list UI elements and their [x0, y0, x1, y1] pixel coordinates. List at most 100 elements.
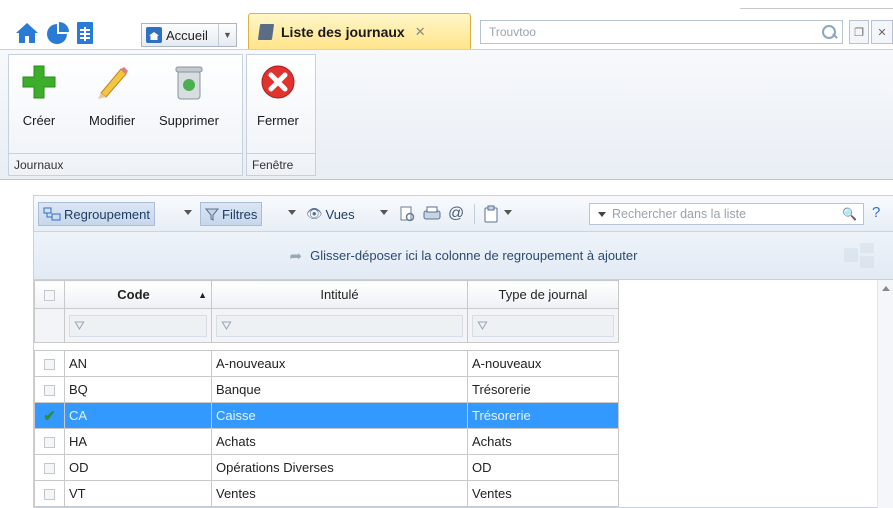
spreadsheet-icon[interactable] [72, 20, 98, 46]
filter-spacer [34, 342, 619, 351]
cell-intitule: Banque [211, 376, 468, 403]
create-label: Créer [22, 113, 56, 128]
close-button[interactable]: Fermer [257, 61, 299, 128]
close-window-icon[interactable]: ✕ [871, 20, 893, 44]
delete-button[interactable]: Supprimer [159, 61, 219, 128]
preview-icon[interactable] [394, 202, 420, 226]
ribbon-group-label: Journaux [9, 153, 242, 175]
chevron-down-icon[interactable] [504, 210, 512, 215]
eye-icon: 👁 [306, 206, 323, 221]
top-navigation-bar: Accueil ▼ Liste des journaux ✕ Trouvtoo … [0, 0, 893, 50]
help-icon[interactable]: ? [872, 204, 880, 221]
list-search-placeholder: Rechercher dans la liste [612, 207, 747, 221]
modify-label: Modifier [89, 113, 136, 128]
tab-accueil-label: Accueil [166, 27, 208, 43]
row-checkbox[interactable] [34, 350, 65, 377]
pencil-icon [92, 61, 132, 103]
ribbon-group-journaux: Créer Modifier Supprimer Journaux [8, 54, 243, 176]
global-search-input[interactable]: Trouvtoo [480, 20, 843, 44]
column-header-type[interactable]: Type de journal [467, 280, 619, 309]
filter-icon: ⛛ [221, 317, 232, 333]
drag-arrow-icon: ➦ [289, 247, 303, 265]
grouping-icon [43, 207, 61, 221]
content-area: Regroupement Filtres 👁 Vues @ Rechercher… [0, 181, 893, 508]
restore-window-icon[interactable]: ❐ [849, 20, 869, 44]
table-row[interactable]: AN A-nouveaux A-nouveaux [34, 350, 619, 377]
print-icon[interactable] [418, 202, 446, 226]
chevron-down-icon[interactable] [598, 211, 606, 217]
table-row[interactable]: OD Opérations Diverses OD [34, 454, 619, 481]
row-checkbox[interactable] [34, 454, 65, 481]
filter-code[interactable]: ⛛ [64, 308, 212, 343]
table-row[interactable]: BQ Banque Trésorerie [34, 376, 619, 403]
row-checkbox[interactable] [34, 480, 65, 507]
column-header-code[interactable]: Code ▲ [64, 280, 212, 309]
grouping-drop-zone[interactable]: ➦ Glisser-déposer ici la colonne de regr… [34, 232, 893, 280]
search-icon[interactable] [820, 23, 838, 41]
close-tab-icon[interactable]: ✕ [415, 24, 426, 40]
filter-icon: ⛛ [477, 317, 488, 333]
chevron-down-icon[interactable]: ▼ [218, 24, 236, 46]
scroll-up-icon[interactable] [882, 286, 890, 291]
row-checkbox[interactable] [34, 376, 65, 403]
create-button[interactable]: Créer [19, 61, 59, 128]
email-icon[interactable]: @ [444, 202, 468, 226]
cell-type: OD [467, 454, 619, 481]
cell-code: CA [64, 402, 212, 429]
vertical-scrollbar[interactable] [877, 280, 893, 508]
trash-icon [169, 61, 209, 103]
grid-header-row: Code ▲ Intitulé Type de journal [34, 280, 619, 309]
cell-code: AN [64, 350, 212, 377]
cell-intitule: Caisse [211, 402, 468, 429]
pie-chart-icon[interactable] [44, 20, 70, 46]
column-header-intitule[interactable]: Intitulé [211, 280, 468, 309]
home-icon[interactable] [14, 20, 40, 46]
table-row[interactable]: HA Achats Achats [34, 428, 619, 455]
sort-ascending-icon: ▲ [198, 290, 207, 300]
filter-row: ⛛ ⛛ ⛛ [34, 308, 619, 343]
cell-type: Achats [467, 428, 619, 455]
cell-type: Trésorerie [467, 402, 619, 429]
cell-code: BQ [64, 376, 212, 403]
filter-icon: ⛛ [74, 317, 85, 333]
chevron-down-icon[interactable] [288, 210, 296, 215]
tab-active-label: Liste des journaux [281, 23, 405, 40]
list-search-input[interactable]: Rechercher dans la liste 🔍 [589, 203, 864, 225]
regroupement-label: Regroupement [64, 206, 150, 222]
tab-accueil[interactable]: Accueil ▼ [141, 23, 237, 47]
row-checkbox[interactable] [34, 428, 65, 455]
close-icon [258, 61, 298, 103]
cell-intitule: Achats [211, 428, 468, 455]
toolbar-separator [474, 204, 475, 224]
list-panel: Regroupement Filtres 👁 Vues @ Rechercher… [33, 195, 893, 508]
cell-code: HA [64, 428, 212, 455]
cell-code: OD [64, 454, 212, 481]
filter-icon [205, 208, 219, 221]
delete-label: Supprimer [159, 113, 219, 128]
cell-type: Trésorerie [467, 376, 619, 403]
filter-intitule[interactable]: ⛛ [211, 308, 468, 343]
top-divider [740, 8, 893, 9]
checkmark-icon: ✔ [43, 407, 56, 425]
regroupement-button[interactable]: Regroupement [38, 202, 155, 226]
select-all-checkbox[interactable] [34, 280, 65, 309]
chevron-down-icon[interactable] [380, 210, 388, 215]
clipboard-icon[interactable] [480, 202, 502, 226]
filter-cell-empty [34, 308, 65, 343]
cell-intitule: Ventes [211, 480, 468, 507]
journal-icon [257, 23, 275, 40]
search-icon[interactable]: 🔍 [842, 207, 857, 221]
tab-liste-des-journaux[interactable]: Liste des journaux ✕ [248, 13, 471, 49]
modify-button[interactable]: Modifier [89, 61, 135, 128]
filtres-button[interactable]: Filtres [200, 202, 263, 226]
filter-type[interactable]: ⛛ [467, 308, 619, 343]
vues-button[interactable]: 👁 Vues [302, 202, 359, 226]
vues-label: Vues [325, 206, 355, 222]
row-checkbox-checked[interactable]: ✔ [34, 402, 65, 429]
ribbon-group-fenetre: Fermer Fenêtre [246, 54, 316, 176]
cell-intitule: Opérations Diverses [211, 454, 468, 481]
home-tab-icon [146, 27, 162, 43]
table-row[interactable]: VT Ventes Ventes [34, 480, 619, 507]
chevron-down-icon[interactable] [184, 210, 192, 215]
table-row-selected[interactable]: ✔ CA Caisse Trésorerie [34, 402, 619, 429]
